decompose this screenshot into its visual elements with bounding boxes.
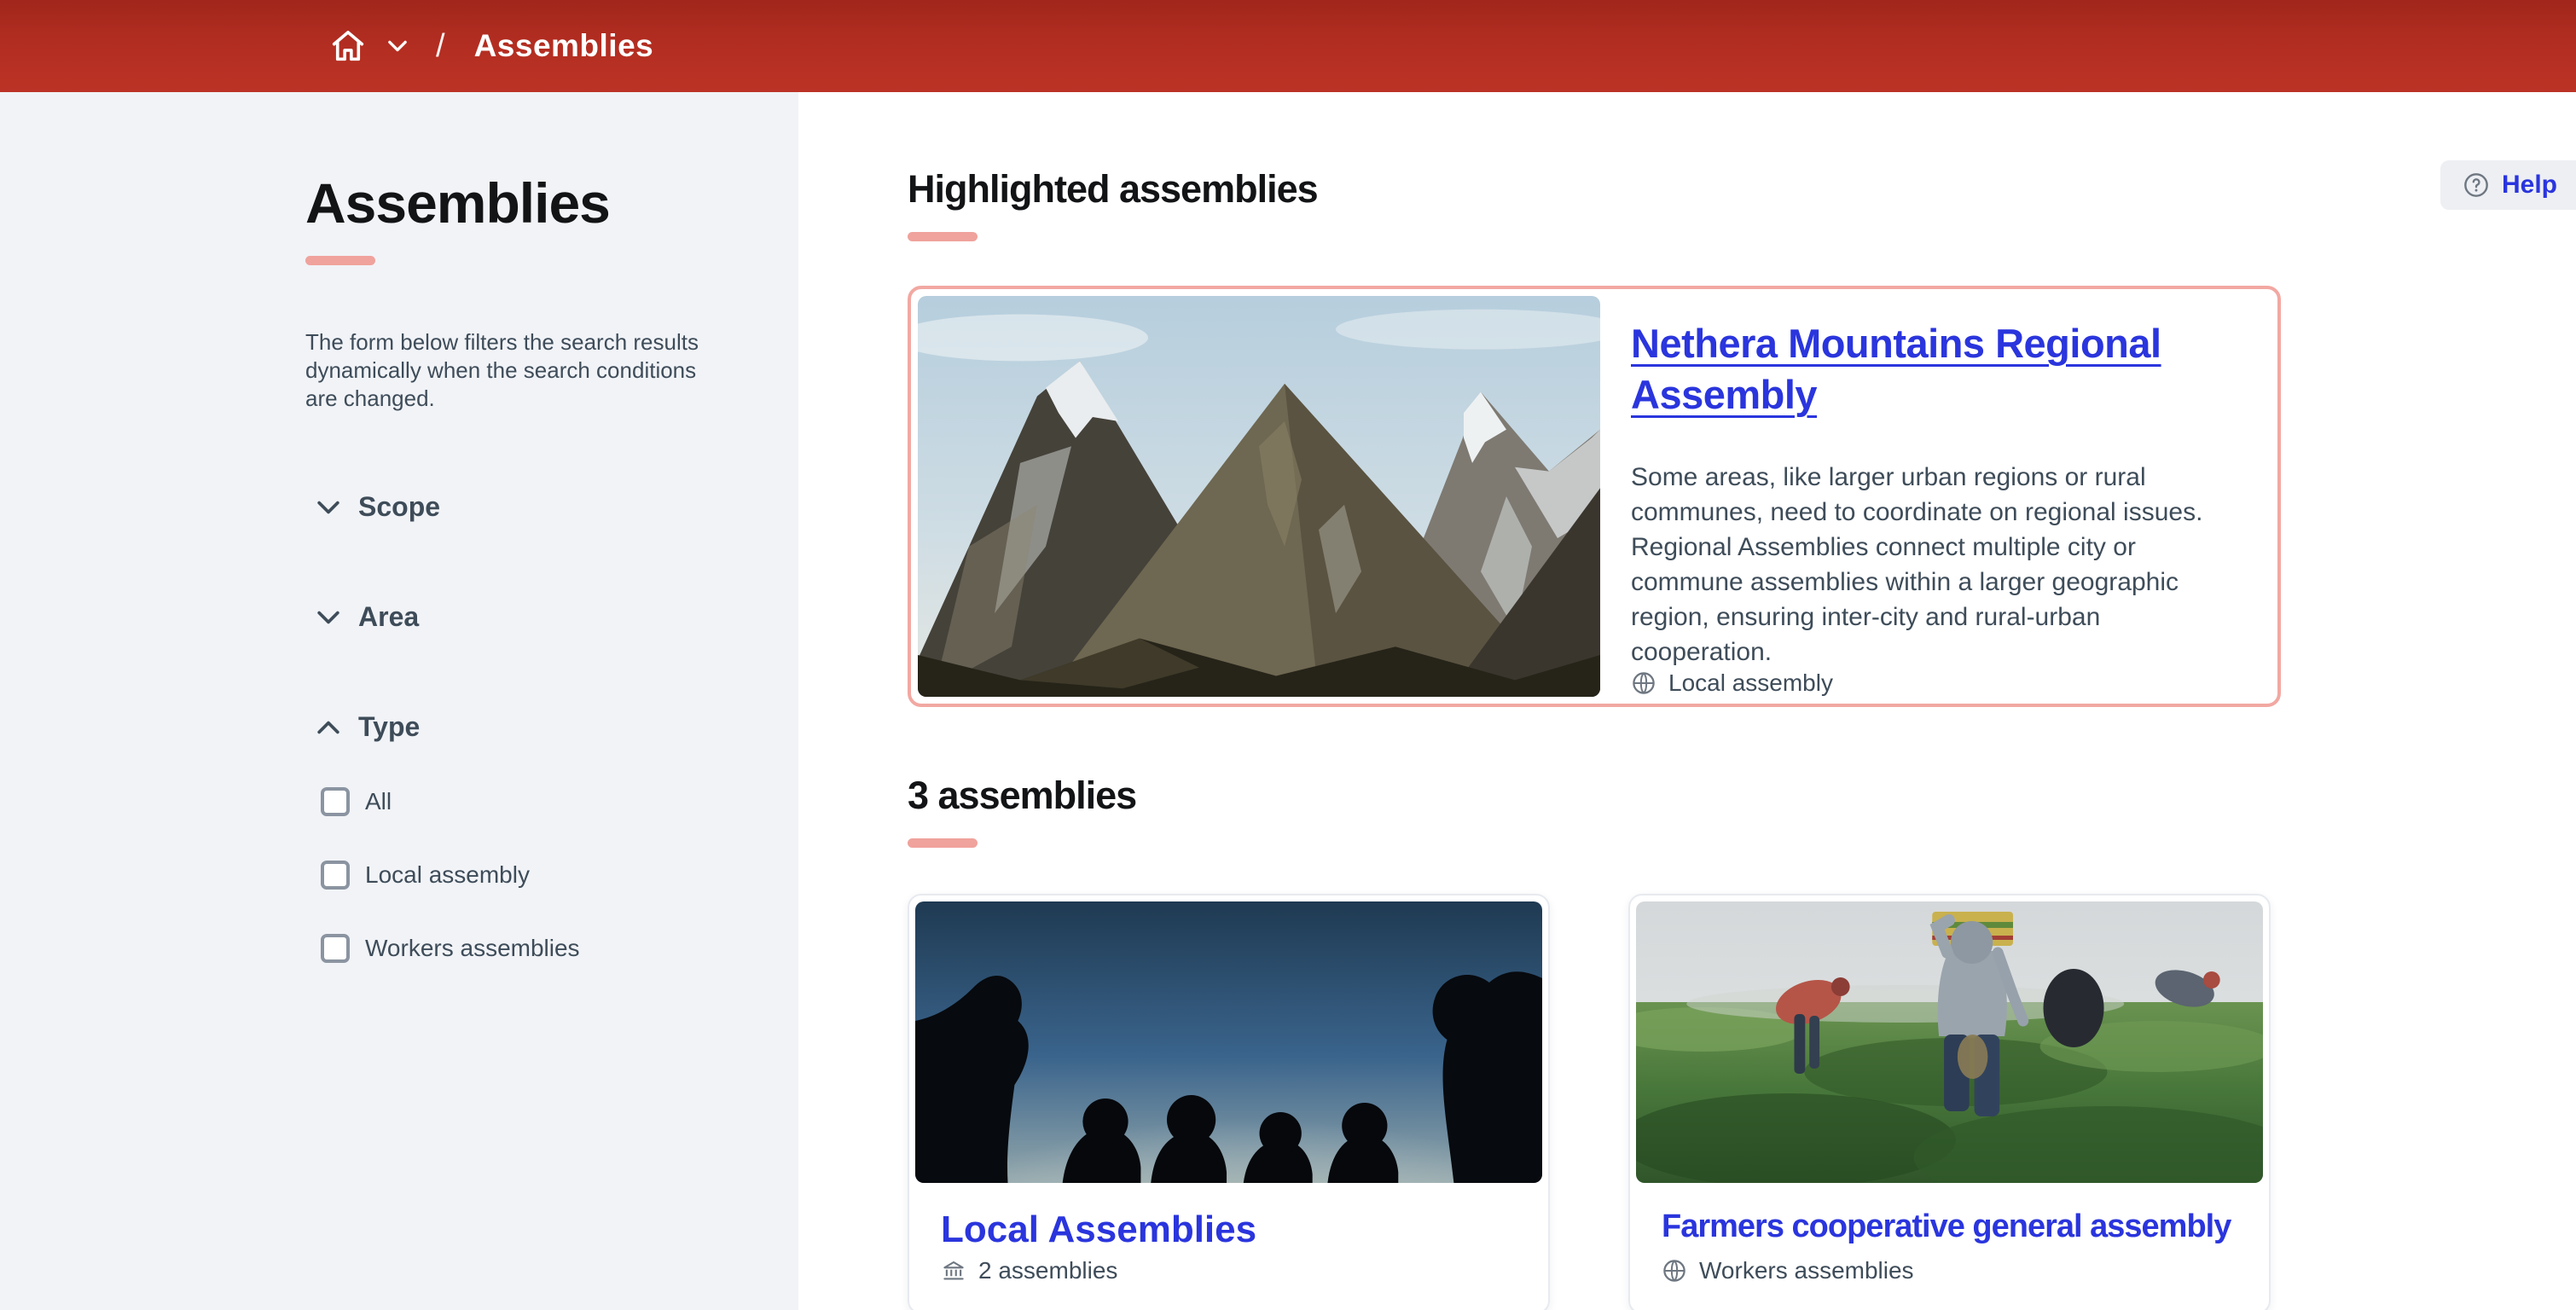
checkbox-workers-assemblies[interactable] <box>321 934 350 963</box>
highlighted-card-body: Nethera Mountains Regional Assembly Some… <box>1631 296 2271 697</box>
assembly-card-title-link[interactable]: Local Assemblies <box>941 1209 1517 1251</box>
filter-label: Type <box>358 711 420 743</box>
section-accent-bar <box>908 838 978 848</box>
question-circle-icon <box>2463 171 2490 199</box>
highlighted-section-heading: Highlighted assemblies <box>908 92 2576 212</box>
results-count-heading: 3 assemblies <box>908 707 2576 818</box>
breadcrumb-current: Assemblies <box>474 28 654 64</box>
home-icon[interactable] <box>328 26 368 66</box>
highlighted-assembly-meta: Local assembly <box>1631 669 2237 704</box>
filter-group-area: Area <box>305 601 739 633</box>
filters-intro-text: The form below filters the search result… <box>305 328 706 413</box>
checkbox-label: Local assembly <box>365 861 530 889</box>
highlighted-assembly-card: Nethera Mountains Regional Assembly Some… <box>908 286 2281 707</box>
section-accent-bar <box>908 232 978 241</box>
mountain-landscape-art <box>918 296 1600 697</box>
assembly-card-body: Farmers cooperative general assembly Wor… <box>1636 1183 2263 1307</box>
main-content: Help Highlighted assemblies <box>798 92 2576 1310</box>
globe-icon <box>1631 670 1656 696</box>
help-label: Help <box>2502 171 2557 200</box>
assembly-type-label: Workers assemblies <box>1699 1257 1914 1284</box>
assembly-card-local-assemblies[interactable]: Local Assemblies 2 assemblies <box>908 894 1550 1310</box>
assemblies-card-list: Local Assemblies 2 assemblies <box>908 894 2576 1310</box>
checkbox-label: All <box>365 788 392 815</box>
filter-group-scope: Scope <box>305 491 739 523</box>
globe-icon <box>1662 1258 1687 1284</box>
highlighted-assembly-description: Some areas, like larger urban regions or… <box>1631 460 2237 669</box>
assembly-card-body: Local Assemblies 2 assemblies <box>915 1183 1542 1307</box>
assembly-card-meta: 2 assemblies <box>941 1257 1517 1307</box>
filter-toggle-area[interactable]: Area <box>305 601 739 633</box>
assembly-card-meta: Workers assemblies <box>1662 1257 2237 1307</box>
filter-group-type: Type All Local assembly Workers assembli… <box>305 711 739 963</box>
type-options: All Local assembly Workers assemblies <box>305 787 739 963</box>
filter-toggle-scope[interactable]: Scope <box>305 491 739 523</box>
chevron-down-icon[interactable] <box>388 40 407 52</box>
assembly-card-title-link[interactable]: Farmers cooperative general assembly <box>1662 1209 2237 1245</box>
filter-label: Scope <box>358 491 440 523</box>
chevron-down-icon <box>317 501 339 514</box>
type-option-workers-assemblies[interactable]: Workers assemblies <box>305 934 739 963</box>
home-menu[interactable] <box>328 26 407 66</box>
filter-toggle-type[interactable]: Type <box>305 711 739 743</box>
checkbox-local-assembly[interactable] <box>321 861 350 890</box>
farm-workers-art <box>1636 901 2263 1183</box>
people-silhouettes-photo[interactable] <box>915 901 1542 1183</box>
checkbox-all[interactable] <box>321 787 350 816</box>
page-title: Assemblies <box>305 171 739 235</box>
highlighted-assembly-title-link[interactable]: Nethera Mountains Regional Assembly <box>1631 318 2237 420</box>
filters-sidebar: Assemblies The form below filters the se… <box>0 92 798 1310</box>
chevron-up-icon <box>317 721 339 734</box>
mountain-landscape-photo <box>918 296 1600 697</box>
help-button[interactable]: Help <box>2440 160 2576 210</box>
checkbox-label: Workers assemblies <box>365 935 580 962</box>
assembly-type-label: Local assembly <box>1668 669 1833 697</box>
page-body: Assemblies The form below filters the se… <box>0 92 2576 1310</box>
assembly-card-farmers-cooperative[interactable]: Farmers cooperative general assembly Wor… <box>1628 894 2271 1310</box>
farm-workers-photo[interactable] <box>1636 901 2263 1183</box>
topbar: / Assemblies <box>0 0 2576 92</box>
breadcrumb-separator: / <box>436 28 445 65</box>
type-option-local-assembly[interactable]: Local assembly <box>305 861 739 890</box>
type-option-all[interactable]: All <box>305 787 739 816</box>
filter-label: Area <box>358 601 419 633</box>
chevron-down-icon <box>317 611 339 624</box>
people-silhouettes-art <box>915 901 1542 1183</box>
title-accent-bar <box>305 256 375 265</box>
bank-icon <box>941 1258 966 1284</box>
assemblies-count-label: 2 assemblies <box>978 1257 1117 1284</box>
